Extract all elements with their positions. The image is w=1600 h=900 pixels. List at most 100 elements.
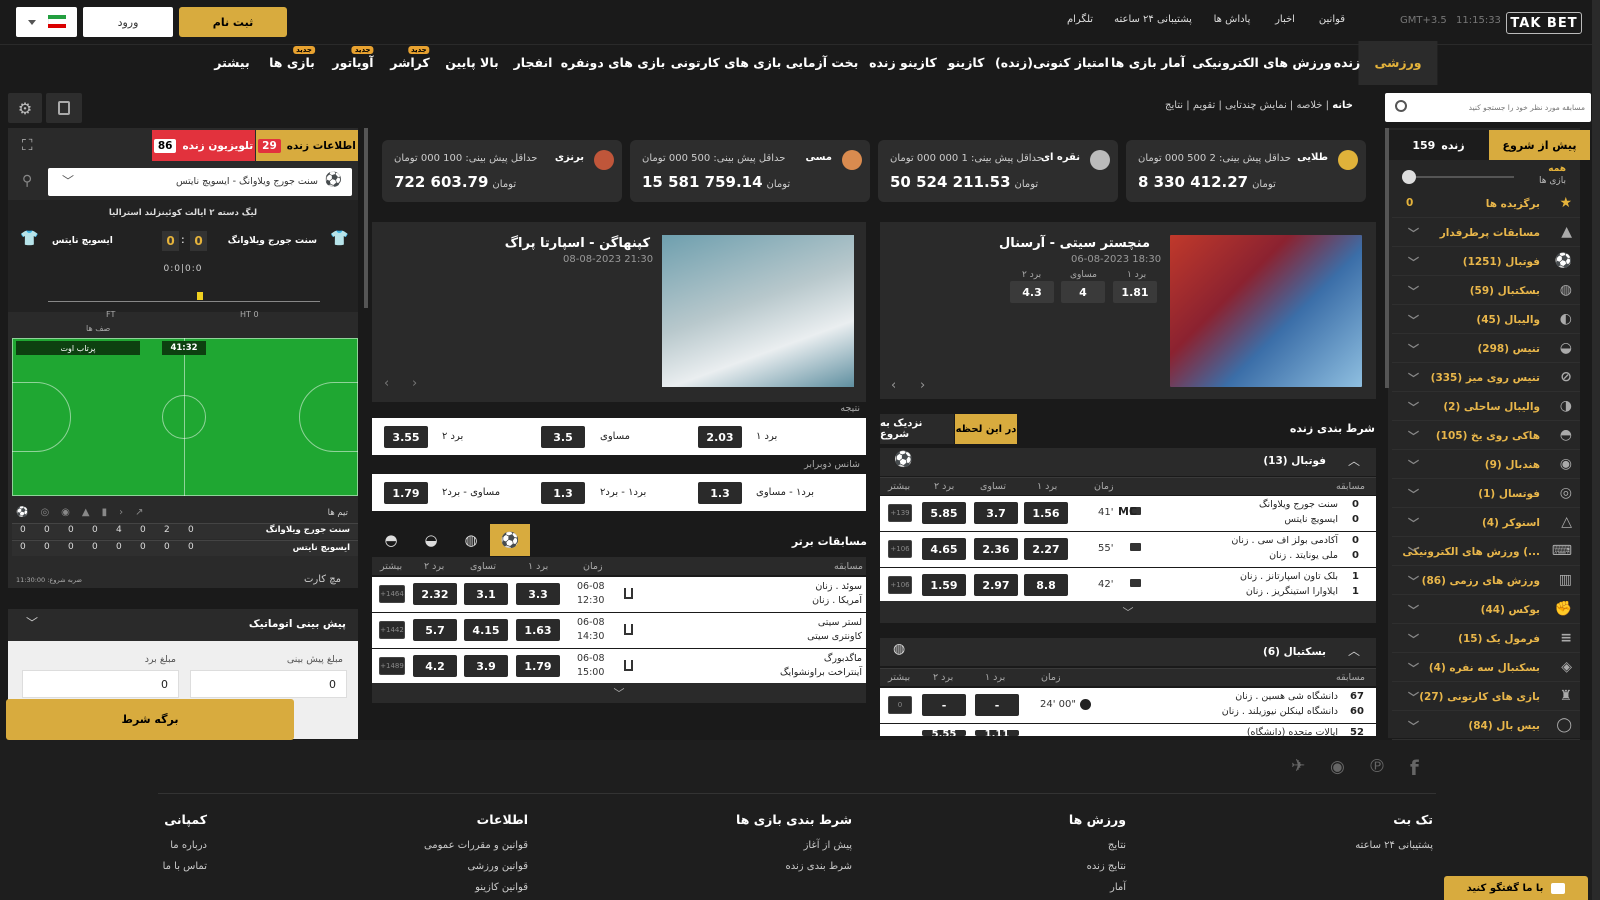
breadcrumb-home[interactable]: خانه — [1332, 100, 1353, 111]
breadcrumb-results[interactable]: نتایج — [1165, 100, 1183, 111]
sidebar-item[interactable]: بسکتبال (59) ◍ ﹀ — [1392, 278, 1580, 305]
odd-home[interactable]: 3.3 — [516, 583, 560, 605]
odd-away[interactable]: 5.7 — [413, 619, 457, 641]
page-scrollbar[interactable] — [1592, 0, 1600, 900]
match-select[interactable]: سنت جورج ویلاوانگ - ایسویچ نایتس ⚽ ﹀ — [48, 168, 352, 196]
fullscreen-icon[interactable]: ⛶ — [22, 136, 33, 154]
win-amount-input[interactable]: 0 — [22, 670, 179, 698]
more-markets-button[interactable]: +1442 — [379, 621, 405, 639]
sidebar-item[interactable]: بیس بال (84) ◯ ﹀ — [1392, 713, 1580, 740]
footer-link[interactable]: پشتیبانی ۲۴ ساعته — [1355, 840, 1433, 851]
logo[interactable]: TAK BET — [1506, 12, 1582, 34]
odd-draw[interactable]: 3.1 — [464, 583, 508, 605]
chevron-down-icon[interactable]: ﹀ — [1408, 283, 1419, 299]
link-rules[interactable]: قوانین — [1319, 14, 1345, 25]
more-markets-button[interactable]: +1489 — [379, 657, 405, 675]
odd-home[interactable]: 1.56 — [1024, 502, 1068, 524]
odd-draw[interactable]: 3.7 — [974, 502, 1018, 524]
link-news[interactable]: اخبار — [1275, 14, 1295, 25]
nav-casino[interactable]: کازینو — [948, 55, 985, 70]
chat-button[interactable]: با ما گفتگو کنید — [1444, 876, 1588, 900]
sidebar-item[interactable]: هندبال (9) ◉ ﹀ — [1392, 452, 1580, 479]
jackpot-card[interactable]: طلایی حداقل پیش بینی: 2 500 000 تومان 8 33… — [1126, 140, 1366, 202]
sport-tab-tennis[interactable]: ◒ — [412, 524, 450, 556]
nav-crasher[interactable]: کراشر جدید — [390, 46, 430, 70]
sport-tab-hockey[interactable]: ◓ — [372, 524, 410, 556]
odd-away[interactable]: 1.59 — [922, 574, 966, 596]
pin-icon[interactable]: ⚲ — [22, 173, 32, 189]
more-markets-button[interactable]: 0 — [888, 696, 912, 714]
chevron-down-icon[interactable]: ﹀ — [1408, 718, 1419, 734]
footer-link[interactable]: پیش از آغاز — [804, 840, 852, 851]
nav-games[interactable]: بازی ها جدید — [269, 46, 315, 70]
info-icon[interactable] — [1080, 699, 1091, 710]
sidebar-item[interactable]: فوتسال (1) ◎ ﹀ — [1392, 481, 1580, 508]
sidebar-item[interactable]: بوکس (44) ✊ ﹀ — [1392, 597, 1580, 624]
chevron-left-icon[interactable]: ‹ — [384, 376, 389, 391]
chevron-down-icon[interactable]: ﹀ — [1408, 370, 1419, 386]
chevron-down-icon[interactable]: ﹀ — [1408, 486, 1419, 502]
chevron-down-icon[interactable]: ﹀ — [26, 614, 38, 631]
odd-away[interactable]: 4.2 — [413, 655, 457, 677]
footer-link[interactable]: نتایج — [1108, 840, 1126, 851]
sidebar-item[interactable]: بازی های کارتونی (27) ♜ ﹀ — [1392, 684, 1580, 711]
chevron-down-icon[interactable]: ﹀ — [1408, 602, 1419, 618]
nav-stats[interactable]: آمار بازی ها — [1111, 55, 1185, 70]
breadcrumb-calendar[interactable]: تقویم — [1193, 100, 1215, 111]
sidebar-item[interactable]: هاکی روی یخ (105) ◓ ﹀ — [1392, 423, 1580, 450]
chevron-down-icon[interactable]: ﹀ — [1408, 573, 1419, 589]
result-odd-1[interactable]: 2.03 — [698, 426, 742, 448]
jackpot-card[interactable]: برنزی حداقل پیش بینی: 100 000 تومان 722 60… — [382, 140, 622, 202]
dc-odd-2[interactable]: 1.3 — [541, 482, 585, 504]
more-markets-button[interactable]: +106 — [888, 576, 912, 594]
link-support[interactable]: پشتیبانی ۲۴ ساعته — [1114, 14, 1192, 25]
sidebar-item[interactable]: ورزش های رزمی (86) ▥ ﹀ — [1392, 568, 1580, 595]
result-odd-2[interactable]: 3.55 — [384, 426, 428, 448]
chevron-right-icon[interactable]: › — [920, 378, 925, 393]
footer-link[interactable]: قوانین و مقررات عمومی — [424, 840, 528, 851]
sidebar-item[interactable]: تنیس (298) ◒ ﹀ — [1392, 336, 1580, 363]
chevron-down-icon[interactable]: ﹀ — [1408, 631, 1419, 647]
nav-live[interactable]: زنده — [1334, 55, 1361, 70]
sidebar-scrollbar[interactable] — [1385, 128, 1389, 388]
tab-prematch[interactable]: پیش از شروع — [1489, 130, 1590, 160]
chevron-down-icon[interactable]: ﹀ — [1408, 225, 1419, 241]
chevron-down-icon[interactable]: ﹀ — [1408, 515, 1419, 531]
nav-high-low[interactable]: بالا پایین — [445, 55, 498, 70]
odd-away[interactable]: 2.32 — [413, 583, 457, 605]
nav-aviator[interactable]: آویاتور جدید — [332, 46, 374, 70]
nav-cartoon-games[interactable]: بازی های کارتونی — [671, 55, 782, 70]
dc-odd-1[interactable]: 1.3 — [698, 482, 742, 504]
result-odd-x[interactable]: 3.5 — [541, 426, 585, 448]
jackpot-card[interactable]: نقره ای حداقل پیش بینی: 1 000 000 تومان 50… — [878, 140, 1118, 202]
odd-home[interactable]: 2.27 — [1024, 538, 1068, 560]
nav-lottery[interactable]: بخت آزمایی — [786, 55, 859, 70]
chevron-down-icon[interactable]: ﹀ — [1408, 660, 1419, 676]
bet-amount-input[interactable]: 0 — [190, 670, 347, 698]
chevron-down-icon[interactable]: ﹀ — [1408, 341, 1419, 357]
chevron-left-icon[interactable]: ‹ — [891, 378, 896, 393]
sidebar-item[interactable]: تنیس روی میز (335) ⊘ ﹀ — [1392, 365, 1580, 392]
footer-link[interactable]: شرط بندی زنده — [786, 861, 852, 872]
pinterest-icon[interactable]: ℗ — [1368, 756, 1386, 777]
odd-draw[interactable]: 4.15 — [464, 619, 508, 641]
chevron-down-icon[interactable]: ﹀ — [1408, 544, 1419, 560]
nav-live-score[interactable]: امتیاز کنونی(زنده) — [995, 55, 1109, 70]
expand-top-matches[interactable]: ﹀ — [372, 683, 866, 703]
odd-home[interactable]: 1.79 — [516, 655, 560, 677]
register-button[interactable]: ثبت نام — [179, 7, 287, 37]
nav-esports[interactable]: ورزش های الکترونیکی — [1192, 55, 1332, 70]
odd-home[interactable]: 1.11 — [975, 730, 1019, 736]
more-markets-button[interactable]: +106 — [888, 540, 912, 558]
calculator-button[interactable] — [46, 93, 82, 123]
sidebar-item[interactable]: والیبال ساحلی (2) ◑ ﹀ — [1392, 394, 1580, 421]
nav-2player-games[interactable]: بازی های دونفره — [561, 55, 666, 70]
odd-home[interactable]: 8.8 — [1024, 574, 1068, 596]
login-button[interactable]: ورود — [83, 7, 173, 37]
nav-sports[interactable]: ورزشی — [1358, 41, 1438, 85]
search-box[interactable] — [1385, 93, 1591, 122]
featured-odd-2[interactable]: 4.3 — [1010, 281, 1054, 303]
footer-link[interactable]: قوانین کازینو — [475, 882, 528, 893]
more-markets-button[interactable]: +139 — [888, 504, 912, 522]
chevron-down-icon[interactable]: ﹀ — [1408, 689, 1419, 705]
